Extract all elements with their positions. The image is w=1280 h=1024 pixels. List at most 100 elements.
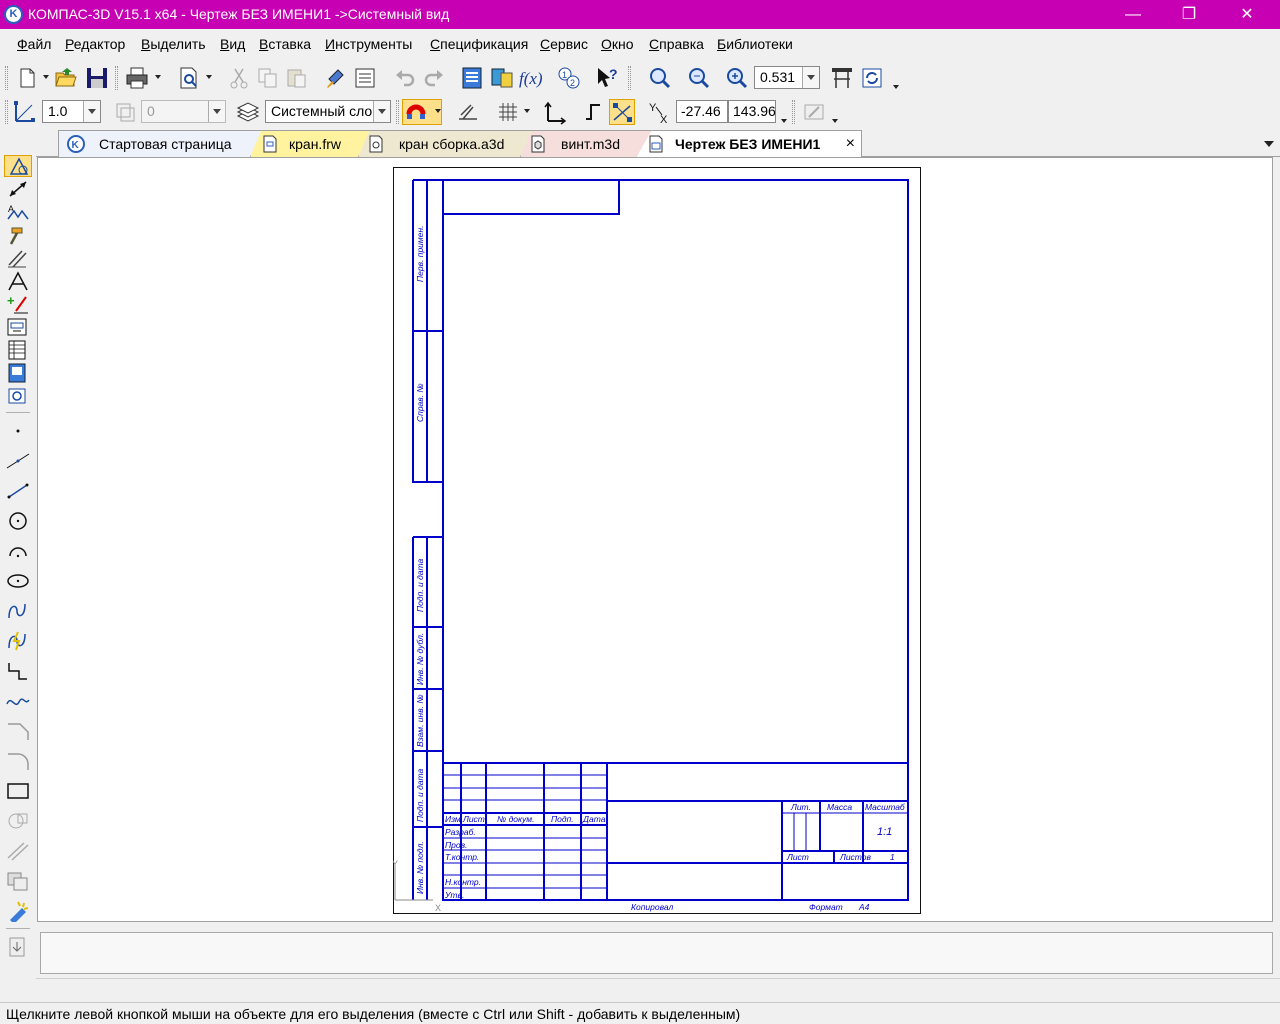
menu-view[interactable]: Вид xyxy=(220,36,245,52)
print-dropdown[interactable] xyxy=(155,75,161,79)
cut-icon[interactable] xyxy=(226,65,252,91)
pan-icon[interactable] xyxy=(829,65,855,91)
reports-panel-icon[interactable] xyxy=(4,362,32,384)
editing-hammer-icon[interactable] xyxy=(4,224,32,246)
open-folder-icon[interactable] xyxy=(53,65,79,91)
grid-icon[interactable] xyxy=(495,99,521,125)
properties-icon[interactable] xyxy=(352,65,378,91)
tab-close-icon[interactable]: × xyxy=(846,131,855,157)
geometry-panel-icon[interactable] xyxy=(4,155,32,177)
zoom-dynamic-icon[interactable] xyxy=(686,65,712,91)
tab-current-drawing[interactable]: Чертеж БЕЗ ИМЕНИ1 × xyxy=(636,130,862,158)
kompas-app-icon[interactable]: K xyxy=(4,5,23,24)
associative-views-icon[interactable] xyxy=(4,316,32,338)
variables-fx-icon[interactable]: f(x) xyxy=(518,65,544,91)
save-icon[interactable] xyxy=(84,65,110,91)
toolbar-overflow-arrow[interactable] xyxy=(893,85,899,89)
preview-icon[interactable] xyxy=(176,65,202,91)
parameterization-icon[interactable] xyxy=(4,247,32,269)
auxiliary-line-icon[interactable] xyxy=(4,450,32,472)
layer-name-dropdown-button[interactable] xyxy=(373,101,390,122)
layers-icon[interactable] xyxy=(235,99,261,125)
manager-documents-icon[interactable] xyxy=(459,65,485,91)
multiline-tool-icon[interactable] xyxy=(4,810,32,832)
coords-overflow-arrow[interactable] xyxy=(781,119,787,123)
menu-insert[interactable]: Вставка xyxy=(259,36,311,52)
equidistant-tool-icon[interactable] xyxy=(4,840,32,862)
ellipse-tool-icon[interactable] xyxy=(4,570,32,592)
point-snap-icon[interactable] xyxy=(609,99,635,125)
contour-tool-icon[interactable] xyxy=(4,870,32,892)
polyline-tool-icon[interactable] xyxy=(4,660,32,682)
menu-tools[interactable]: Инструменты xyxy=(325,36,412,52)
segment-tool-icon[interactable] xyxy=(4,480,32,502)
help-pointer-icon[interactable]: ? xyxy=(594,65,620,91)
maximize-button[interactable]: ❐ xyxy=(1166,0,1212,29)
close-button[interactable]: ✕ xyxy=(1224,0,1270,29)
layer-name-combo[interactable]: Системный сло xyxy=(265,100,391,123)
snap-dropdown[interactable] xyxy=(435,109,441,113)
new-document-dropdown[interactable] xyxy=(43,75,49,79)
measure-panel-icon[interactable] xyxy=(4,270,32,292)
format-painter-icon[interactable] xyxy=(323,65,349,91)
point-tool-icon[interactable] xyxy=(4,420,32,442)
ortho-mode-icon[interactable] xyxy=(580,99,606,125)
line-scale-icon[interactable] xyxy=(12,99,38,125)
bezier-curve-icon[interactable] xyxy=(4,600,32,622)
hatch-fill-icon[interactable] xyxy=(4,630,32,652)
layer-number-dropdown-button[interactable] xyxy=(208,101,225,122)
quick-properties-icon[interactable] xyxy=(801,99,827,125)
menu-help[interactable]: Справка xyxy=(649,36,704,52)
layer-state-icon[interactable] xyxy=(112,99,138,125)
recalculate-icon[interactable]: 12 xyxy=(556,65,582,91)
cursor-coord-x-field[interactable]: -27.46 xyxy=(676,100,728,123)
chamfer-tool-icon[interactable] xyxy=(4,720,32,742)
line-scale-combo[interactable]: 1.0 xyxy=(42,100,101,123)
preview-dropdown[interactable] xyxy=(206,75,212,79)
nurbs-curve-icon[interactable] xyxy=(4,690,32,712)
paste-icon[interactable] xyxy=(284,65,310,91)
props-overflow-arrow[interactable] xyxy=(832,119,838,123)
minimize-button[interactable]: — xyxy=(1110,0,1156,29)
zoom-window-icon[interactable] xyxy=(647,65,673,91)
insert-panel-icon[interactable] xyxy=(4,385,32,407)
layer-number-combo[interactable]: 0 xyxy=(141,100,226,123)
designations-panel-icon[interactable]: A xyxy=(4,201,32,223)
toolbar-grip[interactable] xyxy=(5,66,8,90)
menu-window[interactable]: Окно xyxy=(601,36,634,52)
line-scale-dropdown-button[interactable] xyxy=(83,101,100,122)
menu-specification[interactable]: Спецификация xyxy=(430,36,528,52)
new-document-icon[interactable] xyxy=(14,65,40,91)
print-icon[interactable] xyxy=(124,65,150,91)
toolbar-grip[interactable] xyxy=(5,100,8,124)
properties-panel[interactable] xyxy=(40,932,1273,974)
zoom-scale-dropdown-button[interactable] xyxy=(802,67,819,88)
copy-icon[interactable] xyxy=(255,65,281,91)
dimensions-panel-icon[interactable] xyxy=(4,178,32,200)
zoom-in-icon[interactable] xyxy=(724,65,750,91)
ortho-local-icon[interactable] xyxy=(455,99,481,125)
stop-command-icon[interactable] xyxy=(4,936,32,958)
menu-edit[interactable]: Редактор xyxy=(65,36,125,52)
menu-libraries[interactable]: Библиотеки xyxy=(717,36,793,52)
menu-file[interactable]: Файл xyxy=(17,36,51,52)
cursor-coord-y-field[interactable]: 143.96 xyxy=(728,100,776,123)
undo-icon[interactable] xyxy=(392,65,418,91)
arc-tool-icon[interactable] xyxy=(4,540,32,562)
zoom-scale-combo[interactable]: 0.531 xyxy=(754,66,820,89)
menu-select[interactable]: Выделить xyxy=(141,36,206,52)
select-panel-icon[interactable]: + xyxy=(4,293,32,315)
spec-panel-icon[interactable] xyxy=(4,339,32,361)
library-manager-icon[interactable] xyxy=(489,65,515,91)
circle-tool-icon[interactable] xyxy=(4,510,32,532)
grid-dropdown[interactable] xyxy=(524,109,530,113)
local-cs-icon[interactable] xyxy=(542,99,568,125)
refresh-view-icon[interactable] xyxy=(859,65,885,91)
hatch-brush-icon[interactable] xyxy=(4,900,32,924)
a4-drawing-sheet[interactable]: Перв. примен. Справ. № Подп. и дата Инв.… xyxy=(393,167,923,915)
redo-icon[interactable] xyxy=(421,65,447,91)
tab-list-dropdown[interactable] xyxy=(1264,141,1274,147)
rectangle-tool-icon[interactable] xyxy=(4,780,32,802)
menu-service[interactable]: Сервис xyxy=(540,36,588,52)
drawing-canvas[interactable]: Перв. примен. Справ. № Подп. и дата Инв.… xyxy=(37,157,1273,922)
